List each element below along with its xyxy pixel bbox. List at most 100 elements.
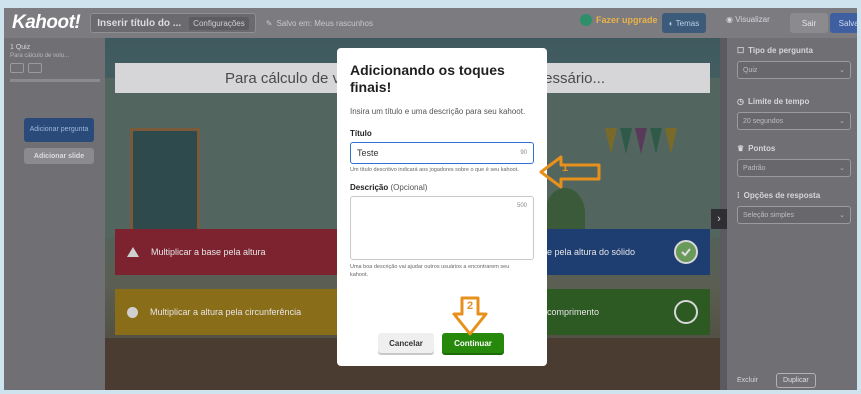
description-hint: Uma boa descrição vai ajudar outros usuá…: [350, 263, 510, 278]
time-limit-label-text: Limite de tempo: [747, 97, 810, 106]
title-input-value: Teste: [357, 148, 379, 159]
question-type-group: ☐ Tipo de pergunta Quiz ⌄: [737, 46, 851, 79]
themes-label: Temas: [675, 18, 700, 28]
slides-sidebar: 1 Quiz Para cálculo de volu... Adicionar…: [4, 38, 105, 394]
upgrade-button[interactable]: Fazer upgrade: [580, 14, 658, 26]
triangle-icon: [127, 247, 139, 257]
points-value: Padrão: [743, 164, 766, 172]
upgrade-icon: [580, 14, 592, 26]
description-char-counter: 500: [516, 202, 527, 209]
correct-answer-checkbox[interactable]: [674, 240, 698, 264]
flag: [620, 128, 632, 154]
add-question-button[interactable]: Adicionar pergunta: [24, 118, 94, 142]
cancel-button[interactable]: Cancelar: [378, 333, 434, 353]
thumb-shape: [28, 63, 42, 73]
title-input[interactable]: Teste 90: [350, 142, 534, 165]
slide-thumbnail-1[interactable]: 1 Quiz Para cálculo de volu...: [10, 44, 100, 98]
answer-2[interactable]: e pela altura do sólido: [535, 229, 710, 275]
upgrade-label: Fazer upgrade: [596, 15, 658, 25]
answer-3-text: Multiplicar a altura pela circunferência: [150, 307, 302, 317]
slide-number: 1 Quiz: [10, 44, 31, 51]
flag: [635, 128, 647, 154]
background-flags: [605, 128, 677, 154]
description-field-label: Descrição (Opcional): [350, 183, 534, 192]
points-label-text: Pontos: [748, 144, 776, 153]
question-type-select[interactable]: Quiz ⌄: [737, 61, 851, 79]
answer-4-text: comprimento: [547, 307, 600, 317]
preview-label: Visualizar: [735, 15, 770, 24]
dialog-title: Adicionando os toques finais!: [350, 62, 505, 95]
answer-options-group: ⁞ Opções de resposta Seleção simples ⌄: [737, 191, 851, 224]
question-type-icon: ☐: [737, 46, 745, 55]
themes-button[interactable]: ◐ Temas: [662, 13, 706, 33]
time-limit-label: ◷ Limite de tempo: [737, 97, 851, 106]
trophy-icon: ♛: [737, 144, 745, 153]
title-hint: Um título descritivo indicará aos jogado…: [350, 167, 519, 174]
time-limit-group: ◷ Limite de tempo 20 segundos ⌄: [737, 97, 851, 130]
answer-options-label: ⁞ Opções de resposta: [737, 191, 851, 200]
title-box[interactable]: Inserir título do ... Configurações: [90, 13, 256, 33]
description-textarea[interactable]: 500: [350, 195, 534, 260]
answer-4[interactable]: comprimento: [535, 289, 710, 335]
palette-icon: ◐: [668, 18, 674, 28]
flag: [650, 128, 662, 154]
answer-1-text: Multiplicar a base pela altura: [151, 247, 266, 257]
dialog-actions: Cancelar Continuar: [378, 333, 504, 353]
title-field-label: Título: [350, 129, 372, 139]
collapse-panel-button[interactable]: ›: [711, 209, 727, 229]
description-label-text: Descrição: [350, 182, 389, 192]
options-icon: ⁞: [737, 191, 740, 200]
correct-answer-checkbox[interactable]: [674, 300, 698, 324]
time-limit-value: 20 segundos: [743, 117, 784, 125]
points-select[interactable]: Padrão ⌄: [737, 159, 851, 177]
answer-3[interactable]: Multiplicar a altura pela circunferência: [115, 289, 340, 335]
top-bar: Kahoot! Inserir título do ... Configuraç…: [0, 8, 861, 38]
check-icon: [681, 248, 691, 257]
delete-button[interactable]: Excluir: [737, 377, 758, 384]
flag: [665, 128, 677, 154]
add-slide-button[interactable]: Adicionar slide: [24, 148, 94, 164]
circle-icon: [127, 306, 138, 318]
continue-button[interactable]: Continuar: [442, 333, 504, 353]
question-type-label: ☐ Tipo de pergunta: [737, 46, 851, 55]
kahoot-title-input[interactable]: Inserir título do ...: [97, 18, 181, 29]
chevron-down-icon: ⌄: [839, 165, 845, 172]
preview-button[interactable]: ◉ Visualizar: [726, 15, 770, 24]
chevron-down-icon: ⌄: [839, 212, 845, 219]
settings-panel: ☐ Tipo de pergunta Quiz ⌄ ◷ Limite de te…: [727, 38, 861, 394]
points-group: ♛ Pontos Padrão ⌄: [737, 144, 851, 177]
time-limit-select[interactable]: 20 segundos ⌄: [737, 112, 851, 130]
annotation-step-2: 2: [467, 300, 474, 312]
answer-1[interactable]: Multiplicar a base pela altura: [115, 229, 340, 275]
background-door: [130, 128, 200, 238]
slide-preview-text: Para cálculo de volu...: [10, 53, 70, 59]
saved-status: ✎ Salvo em: Meus rascunhos: [266, 19, 373, 28]
thumb-shape: [10, 63, 24, 73]
save-button[interactable]: Salvar: [830, 13, 861, 33]
points-label: ♛ Pontos: [737, 144, 851, 153]
chevron-down-icon: ⌄: [839, 67, 845, 74]
optional-tag: (Opcional): [390, 182, 428, 192]
slide-answer-bar: [10, 79, 100, 82]
dialog-description: Insira um título e uma descrição para se…: [350, 106, 526, 116]
question-type-value: Quiz: [743, 66, 758, 74]
answer-options-select[interactable]: Seleção simples ⌄: [737, 206, 851, 224]
annotation-step-1: 1: [562, 162, 569, 174]
flag: [605, 128, 617, 154]
eye-icon: ◉: [726, 15, 733, 24]
question-title-left: Para cálculo de vo: [225, 69, 349, 87]
annotation-arrow-left-icon: [539, 155, 601, 189]
saved-status-text: Salvo em: Meus rascunhos: [276, 18, 373, 28]
finishing-touches-dialog: Adicionando os toques finais! Insira um …: [337, 48, 547, 366]
answer-options-label-text: Opções de resposta: [743, 191, 821, 200]
kahoot-logo[interactable]: Kahoot!: [12, 12, 81, 34]
question-type-label-text: Tipo de pergunta: [748, 46, 813, 55]
slide-thumb-shapes: [10, 63, 100, 73]
answer-2-text: e pela altura do sólido: [547, 247, 636, 257]
duplicate-button[interactable]: Duplicar: [776, 373, 816, 388]
panel-footer: Excluir Duplicar: [737, 373, 816, 388]
exit-button[interactable]: Sair: [790, 13, 828, 33]
clock-icon: ◷: [737, 97, 744, 106]
answer-options-value: Seleção simples: [743, 211, 794, 219]
settings-button[interactable]: Configurações: [189, 16, 249, 30]
